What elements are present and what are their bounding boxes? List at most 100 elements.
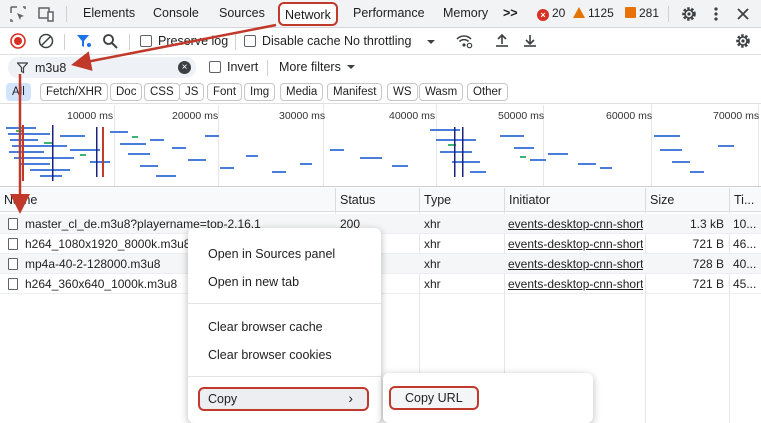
row-initiator-link[interactable]: events-desktop-cnn-short bbox=[508, 217, 643, 231]
file-icon bbox=[8, 258, 18, 270]
export-har-icon[interactable] bbox=[521, 32, 539, 50]
row-type: xhr bbox=[424, 237, 441, 251]
chip-fetch-xhr[interactable]: Fetch/XHR bbox=[40, 83, 109, 101]
disable-cache-checkbox[interactable] bbox=[244, 35, 256, 47]
chevron-right-icon: › bbox=[348, 390, 353, 406]
chip-font[interactable]: Font bbox=[207, 83, 243, 101]
chip-wasm[interactable]: Wasm bbox=[419, 83, 464, 101]
column-type[interactable]: Type bbox=[419, 188, 455, 212]
context-menu: Open in Sources panel Open in new tab Cl… bbox=[188, 228, 381, 423]
tab-console[interactable]: Console bbox=[153, 6, 199, 20]
error-icon: × bbox=[537, 9, 549, 21]
more-options-icon[interactable] bbox=[707, 5, 725, 23]
throttling-select[interactable]: No throttling bbox=[344, 34, 411, 48]
column-status[interactable]: Status bbox=[335, 188, 379, 212]
menu-clear-browser-cache[interactable]: Clear browser cache bbox=[208, 320, 323, 334]
errors-badge[interactable]: × 20 bbox=[537, 6, 565, 21]
row-time: 40... bbox=[733, 257, 757, 271]
filter-input[interactable]: m3u8 × bbox=[8, 57, 196, 78]
row-initiator-link[interactable]: events-desktop-cnn-short bbox=[508, 277, 643, 291]
column-name[interactable]: Name bbox=[0, 188, 41, 212]
search-icon[interactable] bbox=[101, 32, 119, 50]
chip-ws[interactable]: WS bbox=[387, 83, 418, 101]
issues-count: 281 bbox=[639, 6, 660, 20]
request-table-header: Name Status Type Initiator Size Ti... bbox=[0, 188, 761, 212]
column-initiator[interactable]: Initiator bbox=[504, 188, 554, 212]
network-settings-gear-icon[interactable] bbox=[734, 32, 752, 50]
resource-type-filters: All Fetch/XHR Doc CSS JS Font Img Media … bbox=[0, 80, 761, 104]
chip-all[interactable]: All bbox=[6, 83, 31, 101]
row-type: xhr bbox=[424, 277, 441, 291]
chip-doc[interactable]: Doc bbox=[110, 83, 143, 101]
row-type: xhr bbox=[424, 217, 441, 231]
tab-sources[interactable]: Sources bbox=[219, 6, 265, 20]
tab-performance[interactable]: Performance bbox=[353, 6, 425, 20]
clear-icon[interactable] bbox=[37, 32, 55, 50]
column-time[interactable]: Ti... bbox=[729, 188, 758, 212]
column-size[interactable]: Size bbox=[645, 188, 678, 212]
network-conditions-icon[interactable] bbox=[455, 32, 473, 50]
chevron-down-icon[interactable] bbox=[346, 61, 356, 73]
warnings-badge[interactable]: 1125 bbox=[573, 6, 614, 20]
tab-elements[interactable]: Elements bbox=[83, 6, 135, 20]
filter-icon[interactable] bbox=[75, 32, 93, 50]
row-initiator-link[interactable]: events-desktop-cnn-short bbox=[508, 257, 643, 271]
menu-clear-browser-cookies[interactable]: Clear browser cookies bbox=[208, 348, 332, 362]
row-type: xhr bbox=[424, 257, 441, 271]
device-toolbar-icon[interactable] bbox=[37, 5, 55, 23]
more-tabs-button[interactable]: >> bbox=[503, 6, 518, 20]
more-filters-dropdown[interactable]: More filters bbox=[279, 60, 341, 74]
row-size: 1.3 kB bbox=[689, 217, 724, 231]
chevron-down-icon[interactable] bbox=[425, 33, 437, 51]
request-activity-graph bbox=[6, 125, 734, 181]
toolbar-divider bbox=[235, 34, 236, 50]
record-stop-icon[interactable] bbox=[9, 32, 27, 50]
row-time: 46... bbox=[733, 237, 757, 251]
warning-icon bbox=[573, 7, 585, 18]
devtools-tab-bar: Elements Console Sources Network Perform… bbox=[0, 0, 761, 28]
row-initiator-link[interactable]: events-desktop-cnn-short bbox=[508, 237, 643, 251]
menu-divider bbox=[188, 376, 381, 377]
row-size: 721 B bbox=[692, 237, 724, 251]
chip-js[interactable]: JS bbox=[179, 83, 205, 101]
menu-copy-url[interactable]: Copy URL bbox=[389, 386, 479, 410]
menu-copy-label: Copy bbox=[208, 392, 238, 406]
preserve-log-checkbox[interactable] bbox=[140, 35, 152, 47]
chip-media[interactable]: Media bbox=[280, 83, 324, 101]
invert-label: Invert bbox=[227, 60, 259, 74]
copy-submenu: Copy URL bbox=[383, 373, 593, 423]
chip-img[interactable]: Img bbox=[244, 83, 276, 101]
timeline-overview[interactable]: 10000 ms 20000 ms 30000 ms 40000 ms 5000… bbox=[0, 105, 761, 187]
tabbar-divider bbox=[668, 6, 669, 22]
close-icon[interactable] bbox=[734, 5, 752, 23]
disable-cache-label: Disable cache bbox=[262, 34, 341, 48]
filter-divider bbox=[267, 60, 268, 76]
inspect-element-icon[interactable] bbox=[9, 5, 27, 23]
file-icon bbox=[8, 218, 18, 230]
invert-checkbox[interactable] bbox=[209, 61, 221, 73]
filter-row: m3u8 × Invert More filters bbox=[0, 55, 761, 80]
menu-open-in-new-tab[interactable]: Open in new tab bbox=[208, 275, 299, 289]
row-size: 728 B bbox=[692, 257, 724, 271]
file-icon bbox=[8, 278, 18, 290]
menu-divider bbox=[188, 303, 381, 304]
menu-open-in-sources[interactable]: Open in Sources panel bbox=[208, 247, 335, 261]
tab-memory[interactable]: Memory bbox=[443, 6, 488, 20]
chip-manifest[interactable]: Manifest bbox=[327, 83, 383, 101]
network-toolbar: Preserve log Disable cache No throttling bbox=[0, 28, 761, 55]
tab-network[interactable]: Network bbox=[278, 2, 338, 26]
chip-css[interactable]: CSS bbox=[144, 83, 180, 101]
tabbar-divider bbox=[66, 6, 67, 22]
filter-funnel-icon bbox=[17, 62, 28, 74]
filter-value: m3u8 bbox=[35, 61, 67, 75]
row-time: 10... bbox=[733, 217, 757, 231]
clear-filter-icon[interactable]: × bbox=[178, 61, 191, 74]
chip-other[interactable]: Other bbox=[467, 83, 508, 101]
row-size: 721 B bbox=[692, 277, 724, 291]
menu-copy[interactable]: Copy › bbox=[198, 387, 369, 411]
settings-gear-icon[interactable] bbox=[680, 5, 698, 23]
preserve-log-label: Preserve log bbox=[158, 34, 229, 48]
issues-badge[interactable]: 281 bbox=[625, 6, 659, 20]
import-har-icon[interactable] bbox=[493, 32, 511, 50]
issues-icon bbox=[625, 7, 636, 18]
